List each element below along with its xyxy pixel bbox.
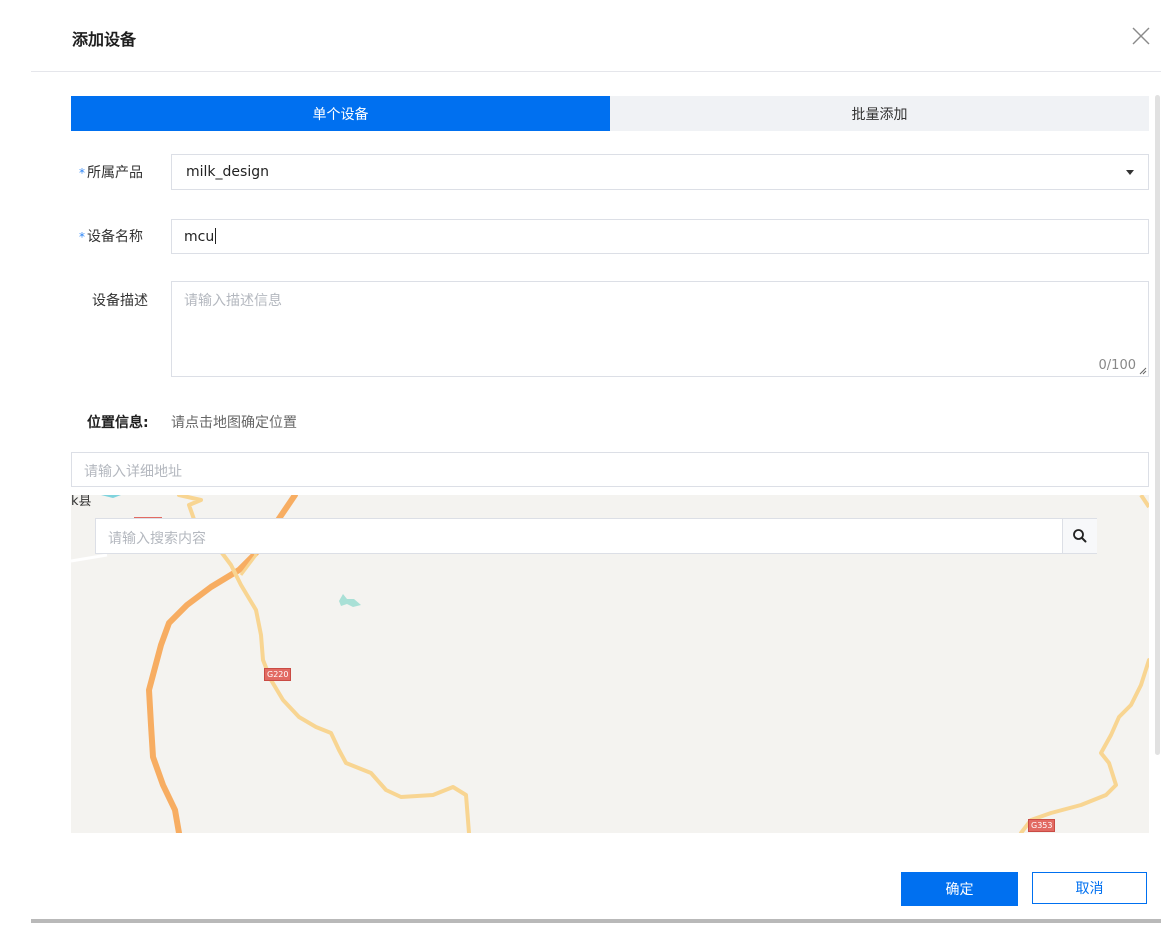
header-divider <box>31 71 1161 72</box>
location-label: 位置信息: <box>87 415 149 431</box>
map-search-placeholder: 请输入搜索内容 <box>108 531 206 547</box>
address-placeholder: 请输入详细地址 <box>84 464 182 480</box>
dialog-header: 添加设备 <box>0 0 1171 72</box>
device-name-value: mcu <box>184 228 217 245</box>
road-badge-g220: G220 <box>264 668 292 681</box>
device-name-label-wrap: * 设备名称 <box>79 226 143 246</box>
tab-batch-add[interactable]: 批量添加 <box>610 96 1149 131</box>
description-counter: 0/100 <box>1098 358 1136 373</box>
map-search-input[interactable]: 请输入搜索内容 <box>95 518 1097 554</box>
text-cursor <box>215 228 217 244</box>
product-label: 所属产品 <box>87 165 143 181</box>
map[interactable]: k县 G220 G353 请输入搜索内容 <box>71 495 1149 833</box>
map-search-button[interactable] <box>1062 519 1097 553</box>
product-label-wrap: * 所属产品 <box>79 162 143 182</box>
product-select-value: milk_design <box>186 164 269 180</box>
description-textarea[interactable]: 请输入描述信息 0/100 <box>171 281 1149 377</box>
caret-down-icon <box>1126 170 1134 175</box>
required-mark: * <box>79 166 85 180</box>
search-icon <box>1073 529 1087 543</box>
address-input[interactable]: 请输入详细地址 <box>71 452 1149 487</box>
device-name-input[interactable]: mcu <box>171 219 1149 254</box>
cancel-button[interactable]: 取消 <box>1032 872 1147 904</box>
tab-bar: 单个设备 批量添加 <box>71 96 1149 131</box>
close-icon[interactable] <box>1130 25 1152 47</box>
right-road <box>1019 658 1149 833</box>
description-placeholder: 请输入描述信息 <box>184 293 282 309</box>
map-place-label: k县 <box>71 495 92 509</box>
top-right-road <box>1139 495 1149 509</box>
device-name-label: 设备名称 <box>87 229 143 245</box>
confirm-button[interactable]: 确定 <box>901 872 1018 906</box>
lake <box>339 594 361 607</box>
tab-single-device[interactable]: 单个设备 <box>71 96 610 131</box>
description-label: 设备描述 <box>92 293 148 309</box>
location-hint: 请点击地图确定位置 <box>171 415 297 431</box>
water-fragment <box>101 495 121 498</box>
device-name-text: mcu <box>184 229 215 245</box>
required-mark: * <box>79 230 85 244</box>
road-badge-g353: G353 <box>1028 819 1056 832</box>
dialog-title: 添加设备 <box>72 30 137 49</box>
white-road <box>71 553 108 563</box>
resize-handle-icon[interactable] <box>1139 367 1147 375</box>
vertical-scrollbar[interactable] <box>1155 95 1160 755</box>
horizontal-scrollbar[interactable] <box>31 919 1161 923</box>
product-select[interactable]: milk_design <box>171 154 1149 190</box>
